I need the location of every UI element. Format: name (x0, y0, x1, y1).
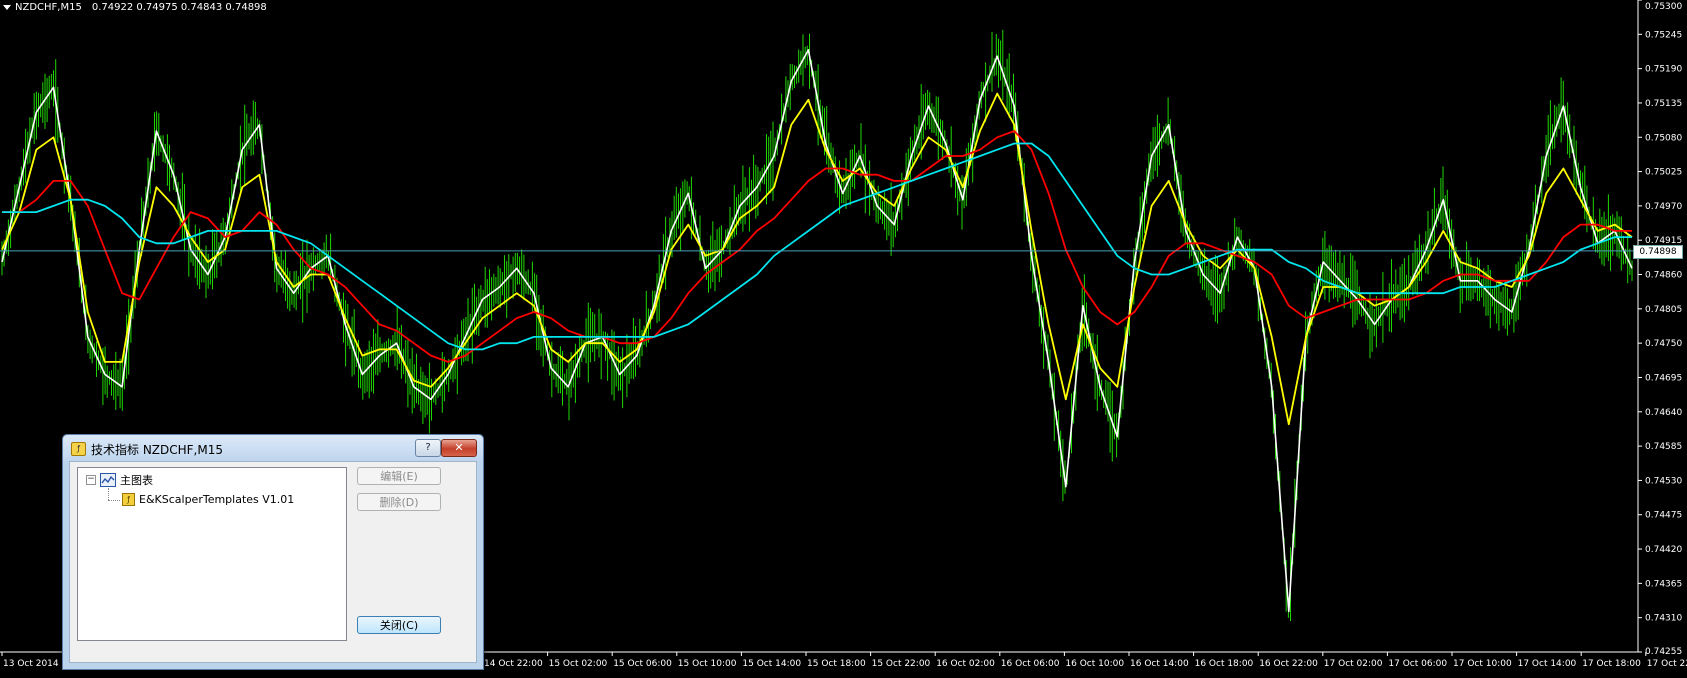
symbol-label: NZDCHF,M15 (15, 2, 82, 13)
tree-connector (108, 500, 120, 501)
price-tick-label: 0.75190 (1645, 65, 1682, 75)
tree-root-row[interactable]: − 主图表 (86, 472, 153, 488)
indicator-label: E&KScalperTemplates V1.01 (139, 493, 295, 506)
time-tick-label: 16 Oct 22:00 (1259, 659, 1318, 669)
price-tick-label: 0.74255 (1645, 647, 1682, 657)
tree-root-label: 主图表 (120, 474, 153, 487)
price-tick-label: 0.74475 (1645, 511, 1682, 521)
help-button[interactable]: ? (415, 439, 441, 457)
current-price-tag: 0.74898 (1633, 244, 1683, 259)
dialog-body: − 主图表 ƒ E&KScalperTemplates V1.01 编辑(E) … (69, 461, 477, 663)
price-tick-label: 0.75080 (1645, 133, 1682, 143)
time-tick-label: 17 Oct 06:00 (1388, 659, 1447, 669)
tree-item-indicator[interactable]: ƒ E&KScalperTemplates V1.01 (122, 493, 294, 506)
time-tick-label: 16 Oct 10:00 (1065, 659, 1124, 669)
price-tick-label: 0.75025 (1645, 168, 1682, 178)
time-tick-label: 15 Oct 06:00 (613, 659, 672, 669)
price-tick-label: 0.74420 (1645, 545, 1682, 555)
edit-button[interactable]: 编辑(E) (357, 467, 441, 485)
time-tick-label: 16 Oct 06:00 (1001, 659, 1060, 669)
price-tick-label: 0.74365 (1645, 579, 1682, 589)
dialog-titlebar[interactable]: ƒ 技术指标 NZDCHF,M15 ? ✕ (63, 435, 483, 461)
indicator-tree[interactable]: − 主图表 ƒ E&KScalperTemplates V1.01 (77, 467, 347, 641)
chart-header: NZDCHF,M15 0.74922 0.74975 0.74843 0.748… (3, 2, 267, 13)
time-tick-label: 13 Oct 2014 (3, 659, 59, 669)
indicators-dialog: ƒ 技术指标 NZDCHF,M15 ? ✕ − 主图表 ƒ E&KScalper… (62, 434, 484, 670)
time-tick-label: 17 Oct 22:00 (1647, 659, 1687, 669)
ma-mid-line (2, 130, 1632, 363)
dialog-title: 技术指标 NZDCHF,M15 (91, 443, 223, 457)
price-tick-label: 0.74310 (1645, 614, 1682, 624)
time-tick-label: 17 Oct 18:00 (1582, 659, 1641, 669)
delete-button[interactable]: 删除(D) (357, 493, 441, 511)
time-tick-label: 15 Oct 02:00 (549, 659, 608, 669)
price-tick-label: 0.74860 (1645, 271, 1682, 281)
price-tick-label: 0.75300 (1645, 2, 1682, 12)
header-dropdown-icon[interactable] (3, 5, 11, 10)
time-tick-label: 17 Oct 02:00 (1324, 659, 1383, 669)
price-tick-label: 0.74805 (1645, 305, 1682, 315)
time-tick-label: 15 Oct 18:00 (807, 659, 866, 669)
time-tick-label: 15 Oct 14:00 (742, 659, 801, 669)
time-tick-label: 16 Oct 02:00 (936, 659, 995, 669)
price-tick-label: 0.74750 (1645, 339, 1682, 349)
time-tick-label: 17 Oct 10:00 (1453, 659, 1512, 669)
price-tick-label: 0.74530 (1645, 476, 1682, 486)
tree-connector (108, 488, 109, 500)
price-tick-label: 0.74970 (1645, 202, 1682, 212)
price-tick-label: 0.74640 (1645, 408, 1682, 418)
time-tick-label: 15 Oct 10:00 (678, 659, 737, 669)
time-tick-label: 14 Oct 22:00 (484, 659, 543, 669)
time-tick-label: 15 Oct 22:00 (872, 659, 931, 669)
time-tick-label: 16 Oct 14:00 (1130, 659, 1189, 669)
indicator-icon: ƒ (122, 493, 135, 506)
price-tick-label: 0.75135 (1645, 99, 1682, 109)
price-tick-label: 0.75245 (1645, 30, 1682, 40)
time-tick-label: 16 Oct 18:00 (1195, 659, 1254, 669)
price-tick-label: 0.74695 (1645, 373, 1682, 383)
dialog-close-button[interactable]: ✕ (441, 439, 477, 457)
indicator-window-icon: ƒ (71, 442, 86, 456)
time-tick-label: 17 Oct 14:00 (1518, 659, 1577, 669)
close-button[interactable]: 关闭(C) (357, 616, 441, 634)
price-tick-label: 0.74585 (1645, 442, 1682, 452)
collapse-icon[interactable]: − (86, 475, 96, 485)
main-chart-icon (100, 473, 116, 487)
ohlc-readout: 0.74922 0.74975 0.74843 0.74898 (91, 2, 267, 13)
